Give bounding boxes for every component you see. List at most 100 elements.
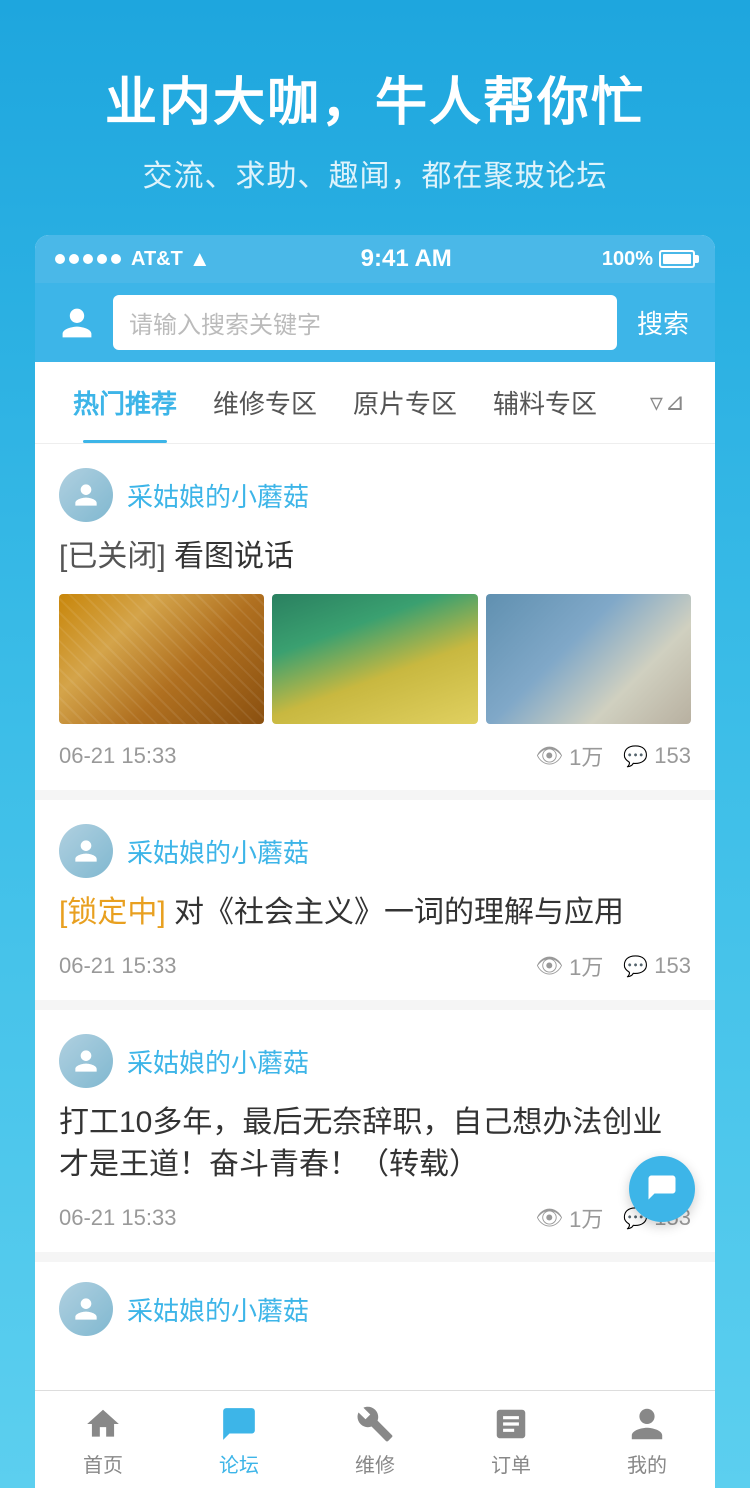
comment-icon: 💬 (623, 954, 648, 979)
battery-percent: 100% (602, 248, 653, 271)
post-stats: 👁 1万 💬 153 (535, 950, 691, 982)
tab-filter[interactable]: ▿ ⊿ (640, 377, 695, 428)
user-icon (59, 305, 95, 341)
status-right: 100% (602, 248, 695, 271)
post-meta: 06-21 15:33 👁 1万 💬 153 (59, 950, 691, 982)
nav-label-repair: 维修 (355, 1449, 395, 1478)
post-title: [已关闭] 看图说话 (59, 536, 691, 578)
post-author-row: 采姑娘的小蘑菇 (59, 468, 691, 522)
float-btn-icon (644, 1171, 680, 1207)
wifi-icon: ▲ (189, 246, 211, 272)
comment-icon: 💬 (623, 744, 648, 769)
view-count: 1万 (569, 950, 603, 982)
post-author-row: 采姑娘的小蘑菇 (59, 1282, 691, 1336)
search-bar: 请输入搜索关键字 搜索 (35, 283, 715, 362)
mine-icon (628, 1405, 666, 1443)
status-left: AT&T ▲ (55, 246, 211, 272)
post-card: 采姑娘的小蘑菇 [锁定中] 对《社会主义》一词的理解与应用 06-21 15:3… (35, 800, 715, 1000)
stat-comments: 💬 153 (623, 743, 691, 769)
avatar-icon (70, 1293, 102, 1325)
signal-dots (55, 254, 121, 264)
post-title: [锁定中] 对《社会主义》一词的理解与应用 (59, 892, 691, 934)
post-author-row: 采姑娘的小蘑菇 (59, 824, 691, 878)
post-meta: 06-21 15:33 👁 1万 💬 153 (59, 1202, 691, 1234)
avatar (59, 824, 113, 878)
user-icon-wrap[interactable] (55, 301, 99, 345)
tab-material[interactable]: 辅料专区 (475, 362, 615, 443)
tab-repair[interactable]: 维修专区 (195, 362, 335, 443)
forum-icon (220, 1405, 258, 1443)
post-tag-closed: [已关闭] (59, 540, 166, 573)
post-list: 采姑娘的小蘑菇 [已关闭] 看图说话 06-21 15:33 👁 (35, 444, 715, 1390)
post-tag-locked: [锁定中] (59, 896, 166, 929)
avatar-icon (70, 479, 102, 511)
nav-label-mine: 我的 (627, 1449, 667, 1478)
search-input[interactable]: 请输入搜索关键字 (113, 295, 617, 350)
nav-item-forum[interactable]: 论坛 (171, 1405, 307, 1478)
header-subtitle: 交流、求助、趣闻，都在聚玻论坛 (30, 151, 720, 195)
orders-icon (492, 1405, 530, 1443)
nav-item-orders[interactable]: 订单 (443, 1405, 579, 1478)
view-count: 1万 (569, 1202, 603, 1234)
post-image-2 (272, 594, 477, 724)
author-name[interactable]: 采姑娘的小蘑菇 (127, 1291, 309, 1328)
status-bar: AT&T ▲ 9:41 AM 100% (35, 235, 715, 283)
post-title: 打工10多年，最后无奈辞职，自己想办法创业才是王道！奋斗青春！（转载） (59, 1102, 691, 1186)
float-action-button[interactable] (629, 1156, 695, 1222)
post-date: 06-21 15:33 (59, 743, 176, 769)
header-section: 业内大咖，牛人帮你忙 交流、求助、趣闻，都在聚玻论坛 (0, 0, 750, 235)
phone-frame: AT&T ▲ 9:41 AM 100% 请输入搜索关键字 搜索 热门推 (35, 235, 715, 1488)
avatar-icon (70, 1045, 102, 1077)
tab-hot[interactable]: 热门推荐 (55, 362, 195, 443)
tab-original[interactable]: 原片专区 (335, 362, 475, 443)
post-card: 采姑娘的小蘑菇 打工10多年，最后无奈辞职，自己想办法创业才是王道！奋斗青春！（… (35, 1010, 715, 1252)
stat-views: 👁 1万 (535, 1202, 603, 1234)
author-name[interactable]: 采姑娘的小蘑菇 (127, 1043, 309, 1080)
comment-count: 153 (654, 743, 691, 769)
category-tabs: 热门推荐 维修专区 原片专区 辅料专区 ▿ ⊿ (35, 362, 715, 444)
avatar (59, 1034, 113, 1088)
header-title: 业内大咖，牛人帮你忙 (30, 60, 720, 135)
post-title-text: 对《社会主义》一词的理解与应用 (174, 896, 624, 929)
stat-views: 👁 1万 (535, 740, 603, 772)
post-image-3 (486, 594, 691, 724)
post-images (59, 594, 691, 724)
nav-label-orders: 订单 (491, 1449, 531, 1478)
carrier-label: AT&T (131, 248, 183, 271)
post-title-text: 看图说话 (174, 540, 294, 573)
post-stats: 👁 1万 💬 153 (535, 740, 691, 772)
filter-funnel-icon: ⊿ (665, 388, 685, 417)
status-time: 9:41 AM (361, 245, 452, 273)
post-card: 采姑娘的小蘑菇 [已关闭] 看图说话 06-21 15:33 👁 (35, 444, 715, 790)
comment-count: 153 (654, 953, 691, 979)
view-icon: 👁 (535, 953, 563, 979)
avatar-icon (70, 835, 102, 867)
post-author-row: 采姑娘的小蘑菇 (59, 1034, 691, 1088)
nav-label-forum: 论坛 (219, 1449, 259, 1478)
battery-icon (659, 250, 695, 268)
avatar (59, 1282, 113, 1336)
post-meta: 06-21 15:33 👁 1万 💬 153 (59, 740, 691, 772)
avatar (59, 468, 113, 522)
bottom-nav: 首页 论坛 维修 订单 (35, 1390, 715, 1488)
stat-comments: 💬 153 (623, 953, 691, 979)
stat-views: 👁 1万 (535, 950, 603, 982)
search-button[interactable]: 搜索 (631, 304, 695, 341)
author-name[interactable]: 采姑娘的小蘑菇 (127, 833, 309, 870)
view-count: 1万 (569, 740, 603, 772)
post-card-partial: 采姑娘的小蘑菇 (35, 1262, 715, 1390)
post-date: 06-21 15:33 (59, 953, 176, 979)
nav-item-home[interactable]: 首页 (35, 1405, 171, 1478)
repair-icon (356, 1405, 394, 1443)
author-name[interactable]: 采姑娘的小蘑菇 (127, 477, 309, 514)
home-icon (84, 1405, 122, 1443)
nav-item-repair[interactable]: 维修 (307, 1405, 443, 1478)
view-icon: 👁 (535, 1205, 563, 1231)
filter-icon: ▿ (650, 387, 663, 418)
nav-label-home: 首页 (83, 1449, 123, 1478)
post-image-1 (59, 594, 264, 724)
nav-item-mine[interactable]: 我的 (579, 1405, 715, 1478)
view-icon: 👁 (535, 743, 563, 769)
battery-fill (663, 254, 691, 264)
post-date: 06-21 15:33 (59, 1205, 176, 1231)
